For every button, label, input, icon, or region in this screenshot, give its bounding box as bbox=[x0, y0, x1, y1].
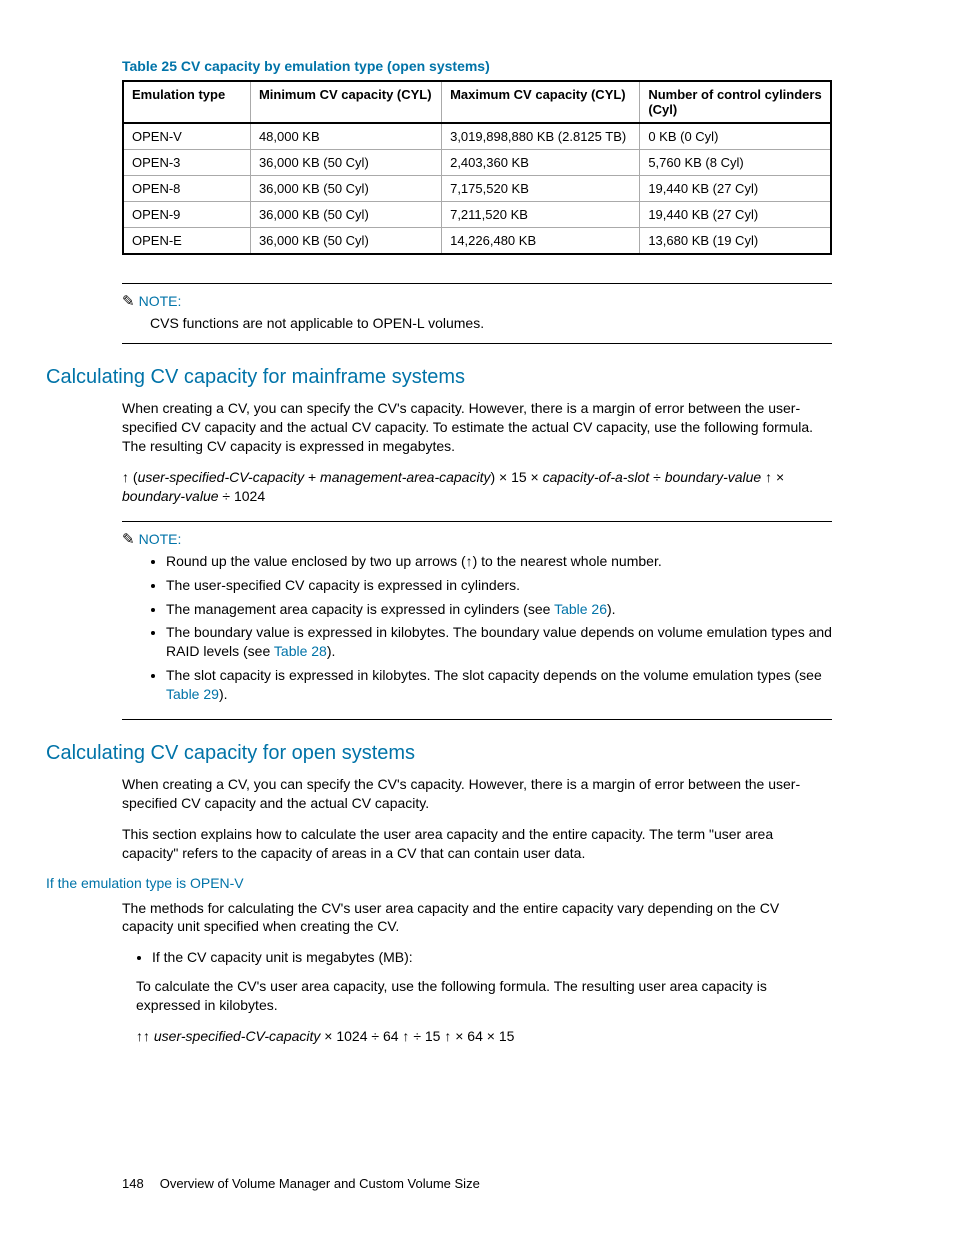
table-row: OPEN-E36,000 KB (50 Cyl)14,226,480 KB13,… bbox=[123, 228, 831, 255]
heading-openv: If the emulation type is OPEN-V bbox=[46, 875, 832, 891]
table-row: OPEN-336,000 KB (50 Cyl)2,403,360 KB5,76… bbox=[123, 150, 831, 176]
note-text: CVS functions are not applicable to OPEN… bbox=[150, 314, 832, 333]
link-ref[interactable]: Table 28 bbox=[274, 643, 327, 659]
table-caption: Table 25 CV capacity by emulation type (… bbox=[122, 58, 832, 74]
note-list: Round up the value enclosed by two up ar… bbox=[150, 552, 832, 704]
heading-open: Calculating CV capacity for open systems bbox=[46, 742, 832, 765]
page-footer: 148 Overview of Volume Manager and Custom… bbox=[122, 1176, 480, 1191]
table-row: OPEN-836,000 KB (50 Cyl)7,175,520 KB19,4… bbox=[123, 176, 831, 202]
list-item: The user-specified CV capacity is expres… bbox=[166, 576, 832, 595]
table-row: OPEN-936,000 KB (50 Cyl)7,211,520 KB19,4… bbox=[123, 202, 831, 228]
page-number: 148 bbox=[122, 1176, 144, 1191]
paragraph: The methods for calculating the CV's use… bbox=[122, 899, 832, 937]
list-item: Round up the value enclosed by two up ar… bbox=[166, 552, 832, 571]
note-label: NOTE: bbox=[139, 293, 182, 309]
paragraph: To calculate the CV's user area capacity… bbox=[136, 977, 832, 1015]
list-item: The boundary value is expressed in kilob… bbox=[166, 623, 832, 661]
th-emulation: Emulation type bbox=[123, 81, 250, 123]
th-min: Minimum CV capacity (CYL) bbox=[250, 81, 441, 123]
note-icon: ✎ bbox=[122, 292, 135, 310]
body-list: If the CV capacity unit is megabytes (MB… bbox=[122, 948, 832, 967]
footer-title: Overview of Volume Manager and Custom Vo… bbox=[160, 1176, 480, 1191]
th-control: Number of control cylinders (Cyl) bbox=[640, 81, 831, 123]
paragraph: When creating a CV, you can specify the … bbox=[122, 775, 832, 813]
list-item: The slot capacity is expressed in kiloby… bbox=[166, 666, 832, 704]
link-ref[interactable]: Table 26 bbox=[554, 601, 607, 617]
link-ref[interactable]: Table 29 bbox=[166, 686, 219, 702]
table-row: OPEN-V48,000 KB3,019,898,880 KB (2.8125 … bbox=[123, 123, 831, 150]
heading-mainframe: Calculating CV capacity for mainframe sy… bbox=[46, 366, 832, 389]
paragraph: This section explains how to calculate t… bbox=[122, 825, 832, 863]
note-label: NOTE: bbox=[139, 531, 182, 547]
formula-openv: ↑↑ user-specified-CV-capacity × 1024 ÷ 6… bbox=[136, 1027, 832, 1047]
list-item: If the CV capacity unit is megabytes (MB… bbox=[152, 948, 832, 967]
note-block-1: ✎ NOTE: CVS functions are not applicable… bbox=[122, 283, 832, 344]
th-max: Maximum CV capacity (CYL) bbox=[442, 81, 640, 123]
formula-mainframe: ↑ (user-specified-CV-capacity + manageme… bbox=[122, 468, 832, 507]
list-item: The management area capacity is expresse… bbox=[166, 600, 832, 619]
cv-capacity-table: Emulation type Minimum CV capacity (CYL)… bbox=[122, 80, 832, 255]
note-block-2: ✎ NOTE: Round up the value enclosed by t… bbox=[122, 521, 832, 720]
note-icon: ✎ bbox=[122, 530, 135, 548]
paragraph: When creating a CV, you can specify the … bbox=[122, 399, 832, 456]
